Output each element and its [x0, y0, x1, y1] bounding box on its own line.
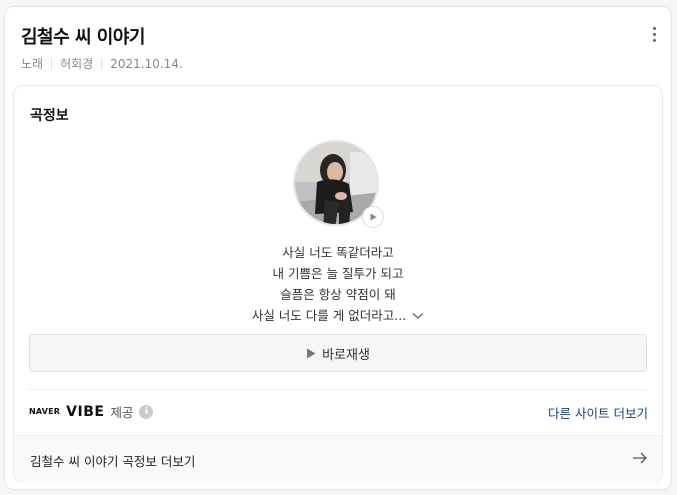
arrow-right-icon	[633, 452, 647, 464]
lyrics-preview: 사실 너도 똑같더라고 내 기쁨은 늘 질투가 되고 슬픔은 항상 약점이 돼 …	[14, 242, 662, 326]
more-options-icon[interactable]	[651, 27, 657, 43]
meta-type: 노래	[21, 57, 44, 71]
play-now-button[interactable]: 바로재생	[29, 334, 647, 372]
other-site-link[interactable]: 다른 사이트 더보기	[548, 403, 648, 422]
song-info-panel: 곡정보 사실 너도 똑같더라고 내 기쁨은 늘 질투가 되고 슬픔은 항상 약점…	[13, 85, 663, 483]
play-preview-button[interactable]	[362, 206, 384, 228]
provider-info: NAVER VIBE 제공 i	[29, 402, 154, 421]
lyric-line: 슬픔은 항상 약점이 돼	[280, 287, 396, 302]
play-now-label: 바로재생	[322, 347, 370, 363]
lyric-expand[interactable]: 사실 너도 다를 게 없더라고...	[252, 305, 424, 326]
naver-logo-text: NAVER	[29, 407, 61, 416]
chevron-down-icon[interactable]	[412, 312, 424, 320]
meta-divider	[101, 58, 103, 69]
play-icon	[370, 213, 377, 221]
song-meta: 노래 허회경 2021.10.14.	[21, 55, 183, 72]
more-info-link[interactable]: 김철수 씨 이야기 곡정보 더보기	[14, 435, 662, 483]
more-info-label: 김철수 씨 이야기 곡정보 더보기	[30, 454, 196, 469]
section-title: 곡정보	[30, 108, 69, 124]
meta-divider	[51, 58, 53, 69]
info-icon[interactable]: i	[139, 404, 154, 419]
meta-artist[interactable]: 허회경	[60, 55, 93, 72]
vibe-logo[interactable]: VIBE	[66, 404, 104, 420]
divider	[29, 389, 647, 390]
song-title[interactable]: 김철수 씨 이야기	[21, 23, 145, 49]
lyric-line: 내 기쁨은 늘 질투가 되고	[272, 266, 404, 281]
play-icon	[307, 348, 316, 358]
provider-label: 제공	[110, 405, 134, 420]
lyric-line: 사실 너도 똑같더라고	[282, 245, 394, 260]
meta-date: 2021.10.14.	[110, 56, 183, 71]
lyric-line: 사실 너도 다를 게 없더라고...	[251, 308, 407, 323]
song-card: 김철수 씨 이야기 노래 허회경 2021.10.14. 곡정보 사실 너도 똑…	[4, 6, 672, 490]
